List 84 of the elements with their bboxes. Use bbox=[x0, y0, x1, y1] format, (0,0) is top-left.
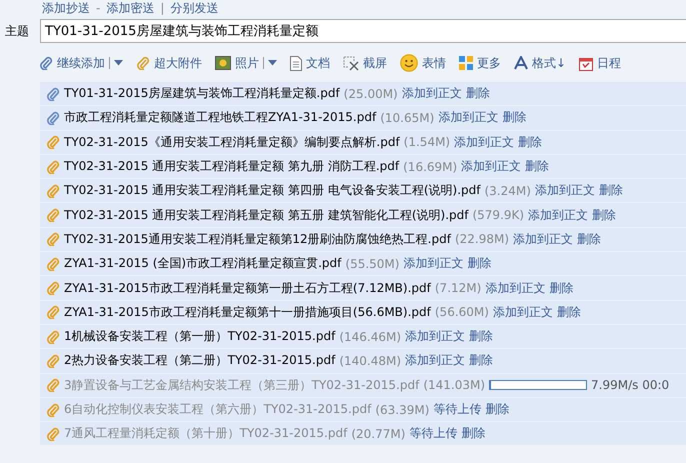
delete-link[interactable]: 删除 bbox=[518, 134, 542, 151]
calendar-icon bbox=[579, 56, 594, 70]
toolbar-button[interactable]: 继续添加 bbox=[36, 52, 126, 74]
separator: | bbox=[160, 0, 164, 16]
delete-link[interactable]: 删除 bbox=[469, 328, 494, 346]
file-size: (141.03M) bbox=[423, 378, 486, 392]
file-name: 1机械设备安装工程（第一册）TY02-31-2015.pdf bbox=[64, 328, 336, 346]
add-to-body-link[interactable]: 添加到正文 bbox=[402, 85, 462, 102]
file-name: 3静置设备与工艺金属结构安装工程（第三册）TY02-31-2015.pdf bbox=[64, 376, 420, 394]
file-name: TY02-31-2015《通用安装工程消耗量定额》编制要点解析.pdf bbox=[64, 134, 400, 151]
toolbar-button[interactable]: 表情 bbox=[397, 52, 449, 74]
delete-link[interactable]: 删除 bbox=[592, 206, 616, 224]
paperclip-icon bbox=[136, 56, 150, 70]
file-name: 2热力设备安装工程（第二册）TY02-31-2015.pdf bbox=[64, 352, 336, 370]
toolbar-button[interactable]: 格式↓ bbox=[511, 52, 570, 74]
upload-status: 等待上传 bbox=[409, 425, 458, 442]
file-size: (3.24M) bbox=[484, 184, 531, 198]
subject-field[interactable]: TY01-31-2015房屋建筑与装饰工程消耗量定额 bbox=[40, 19, 686, 43]
upload-status: 等待上传 bbox=[433, 401, 482, 418]
add-to-body-link[interactable]: 添加到正文 bbox=[461, 158, 522, 176]
toolbar-button[interactable]: 日程 bbox=[576, 52, 624, 74]
file-size: (63.39M) bbox=[375, 402, 430, 416]
add-to-body-link[interactable]: 添加到正文 bbox=[405, 328, 466, 346]
add-to-body-link[interactable]: 添加到正文 bbox=[405, 352, 466, 370]
file-size: (579.9K) bbox=[472, 208, 524, 222]
delete-link[interactable]: 删除 bbox=[466, 85, 490, 102]
add-to-body-link[interactable]: 添加到正文 bbox=[528, 206, 588, 224]
toolbar-button[interactable]: 照片 bbox=[212, 52, 280, 74]
photo-icon bbox=[215, 56, 231, 70]
delete-link[interactable]: 删除 bbox=[502, 109, 526, 126]
toolbar-button[interactable]: 文档 bbox=[287, 52, 333, 74]
font-icon bbox=[514, 56, 528, 70]
delete-link[interactable]: 删除 bbox=[461, 425, 486, 442]
add-to-body-link[interactable]: 添加到正文 bbox=[534, 182, 595, 200]
paperclip-icon bbox=[39, 56, 53, 70]
separator: - bbox=[96, 0, 100, 16]
file-name: TY02-31-2015 通用安装工程消耗量定额 第五册 建筑智能化工程(说明).pdf bbox=[64, 206, 468, 224]
file-size: (7.12M) bbox=[434, 281, 482, 296]
delete-link[interactable]: 删除 bbox=[485, 401, 510, 418]
add-to-body-link[interactable]: 添加到正文 bbox=[403, 255, 464, 272]
file-size: (146.46M) bbox=[339, 330, 402, 344]
toolbar-button[interactable]: 超大附件 bbox=[133, 52, 205, 74]
file-name: 7通风工程量消耗定额（第十册）TY02-31-2015.pdf bbox=[64, 425, 348, 442]
file-name: ZYA1-31-2015市政工程消耗量定额第十一册措施项目(56.6MB).pdf bbox=[64, 304, 431, 321]
file-size: (25.00M) bbox=[344, 86, 398, 101]
toolbar-button[interactable]: 更多 bbox=[456, 52, 504, 74]
subject-label: 主题 bbox=[4, 22, 30, 40]
add-to-body-link[interactable]: 添加到正文 bbox=[454, 134, 514, 151]
file-size: (1.54M) bbox=[404, 135, 450, 150]
file-size: (20.77M) bbox=[351, 426, 406, 441]
file-name: TY02-31-2015 通用安装工程消耗量定额 第四册 电气设备安装工程(说明).pdf bbox=[64, 182, 480, 200]
delete-link[interactable]: 删除 bbox=[549, 280, 574, 297]
delete-link[interactable]: 删除 bbox=[525, 158, 550, 176]
grid-icon bbox=[459, 56, 473, 70]
file-size: (55.50M) bbox=[345, 256, 400, 271]
document-icon bbox=[290, 56, 302, 70]
file-size: (56.60M) bbox=[434, 305, 489, 320]
file-size: (22.98M) bbox=[454, 232, 510, 246]
delete-link[interactable]: 删除 bbox=[598, 182, 623, 200]
file-size: (16.69M) bbox=[403, 160, 458, 174]
delete-link[interactable]: 删除 bbox=[556, 304, 581, 321]
file-name: ZYA1-31-2015市政工程消耗量定额第一册土石方工程(7.12MB).pdf bbox=[64, 280, 431, 297]
header-link[interactable]: 分别发送 bbox=[170, 0, 218, 16]
upload-speed: 7.99M/s 00:0 bbox=[591, 378, 670, 392]
header-link[interactable]: 添加抄送 bbox=[42, 0, 90, 16]
add-to-body-link[interactable]: 添加到正文 bbox=[485, 280, 546, 297]
file-size: (140.48M) bbox=[339, 354, 402, 368]
file-name: TY02-31-2015通用安装工程消耗量定额第12册刷油防腐蚀绝热工程.pdf bbox=[64, 230, 451, 248]
delete-link[interactable]: 删除 bbox=[469, 352, 494, 370]
screenshot-icon bbox=[343, 56, 359, 70]
file-name: TY01-31-2015房屋建筑与装饰工程消耗量定额.pdf bbox=[64, 85, 340, 102]
file-size: (10.65M) bbox=[380, 110, 434, 125]
add-to-body-link[interactable]: 添加到正文 bbox=[438, 109, 498, 126]
add-to-body-link[interactable]: 添加到正文 bbox=[513, 230, 574, 248]
file-name: ZYA1-31-2015 (全国)市政工程消耗量定额宣贯.pdf bbox=[64, 255, 342, 272]
delete-link[interactable]: 删除 bbox=[467, 255, 492, 272]
file-name: 6自动化控制仪表安装工程（第六册）TY02-31-2015.pdf bbox=[64, 401, 372, 418]
smiley-icon bbox=[400, 54, 418, 72]
delete-link[interactable]: 删除 bbox=[577, 230, 602, 248]
file-name: TY02-31-2015 通用安装工程消耗量定额 第九册 消防工程.pdf bbox=[64, 158, 400, 176]
file-name: 市政工程消耗量定额隧道工程地铁工程ZYA1-31-2015.pdf bbox=[64, 109, 376, 126]
toolbar-button[interactable]: 截屏 bbox=[340, 52, 390, 74]
header-link[interactable]: 添加密送 bbox=[106, 0, 154, 16]
add-to-body-link[interactable]: 添加到正文 bbox=[492, 304, 553, 321]
